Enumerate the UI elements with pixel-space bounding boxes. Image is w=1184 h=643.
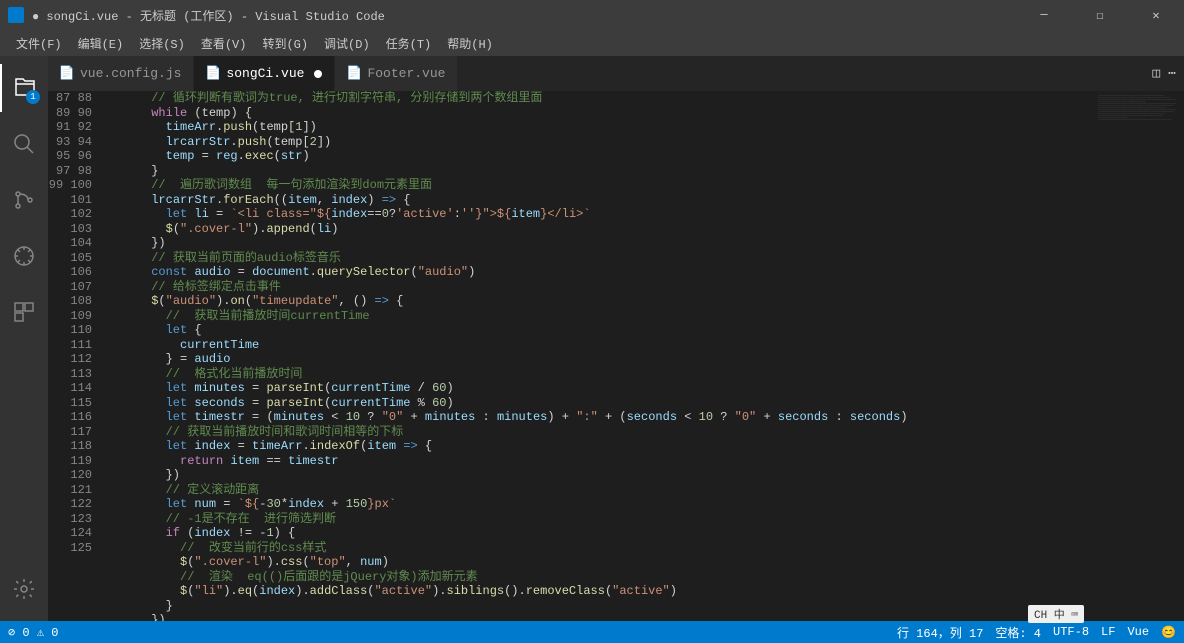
debug-icon[interactable] [0, 232, 48, 280]
status-item[interactable]: 行 164，列 17 [897, 624, 983, 641]
tab[interactable]: 📄 songCi.vue [194, 56, 335, 91]
status-item[interactable]: ⊘ 0 ⚠ 0 [8, 625, 58, 640]
more-icon[interactable]: ⋯ [1168, 66, 1176, 81]
search-icon[interactable] [0, 120, 48, 168]
close-button[interactable]: ✕ [1136, 0, 1176, 30]
menu-item[interactable]: 任务(T) [378, 35, 440, 52]
status-item[interactable]: Vue [1127, 625, 1149, 639]
tab[interactable]: 📄 vue.config.js [48, 56, 194, 91]
tabs-bar: 📄 vue.config.js 📄 songCi.vue 📄 Footer.vue ◫ ⋯ [48, 56, 1184, 91]
tab-label: songCi.vue [226, 66, 304, 81]
tab[interactable]: 📄 Footer.vue [335, 56, 458, 91]
menu-item[interactable]: 编辑(E) [70, 35, 132, 52]
file-icon: 📄 [60, 67, 74, 81]
status-bar: ⊘ 0 ⚠ 0 行 164，列 17 空格: 4 UTF-8 LF Vue 😊 [0, 621, 1184, 643]
menu-item[interactable]: 转到(G) [254, 35, 316, 52]
minimize-button[interactable]: ─ [1024, 0, 1064, 30]
file-icon: 📄 [347, 67, 361, 81]
menu-item[interactable]: 文件(F) [8, 35, 70, 52]
status-item[interactable]: UTF-8 [1053, 625, 1089, 639]
split-editor-icon[interactable]: ◫ [1152, 66, 1160, 81]
line-gutter: 87 88 89 90 91 92 93 94 95 96 97 98 99 1… [48, 91, 108, 621]
maximize-button[interactable]: ☐ [1080, 0, 1120, 30]
modified-dot [314, 70, 322, 78]
extensions-icon[interactable] [0, 288, 48, 336]
minimap[interactable]: ▪▪▪▪▪▪▪▪▪▪▪▪▪▪▪▪▪▪▪▪▪▪▪▪▪▪▪▪▪▪▪▪▪▪▪▪▪▪▪▪… [1094, 91, 1184, 621]
editor[interactable]: 87 88 89 90 91 92 93 94 95 96 97 98 99 1… [48, 91, 1184, 621]
file-icon: 📄 [206, 67, 220, 81]
menu-item[interactable]: 选择(S) [131, 35, 193, 52]
code-content[interactable]: // 循环判断有歌词为true, 进行切割字符串, 分别存储到两个数组里面 wh… [108, 91, 1094, 621]
settings-icon[interactable] [0, 565, 48, 613]
status-item[interactable]: LF [1101, 625, 1115, 639]
tab-label: Footer.vue [367, 66, 445, 81]
menu-bar: 文件(F)编辑(E)选择(S)查看(V)转到(G)调试(D)任务(T)帮助(H) [0, 30, 1184, 56]
status-item[interactable]: 空格: 4 [995, 624, 1041, 641]
title-bar: ● songCi.vue - 无标题 (工作区) - Visual Studio… [0, 0, 1184, 30]
menu-item[interactable]: 调试(D) [316, 35, 378, 52]
tab-label: vue.config.js [80, 66, 181, 81]
ime-indicator: CH 中 ⌨ [1028, 605, 1084, 623]
menu-item[interactable]: 查看(V) [193, 35, 255, 52]
vscode-icon [8, 7, 24, 23]
menu-item[interactable]: 帮助(H) [439, 35, 501, 52]
status-item[interactable]: 😊 [1161, 625, 1176, 640]
explorer-icon[interactable]: 1 [0, 64, 48, 112]
source-control-icon[interactable] [0, 176, 48, 224]
window-title: ● songCi.vue - 无标题 (工作区) - Visual Studio… [32, 7, 385, 24]
activity-bar: 1 [0, 56, 48, 621]
explorer-badge: 1 [26, 90, 40, 104]
